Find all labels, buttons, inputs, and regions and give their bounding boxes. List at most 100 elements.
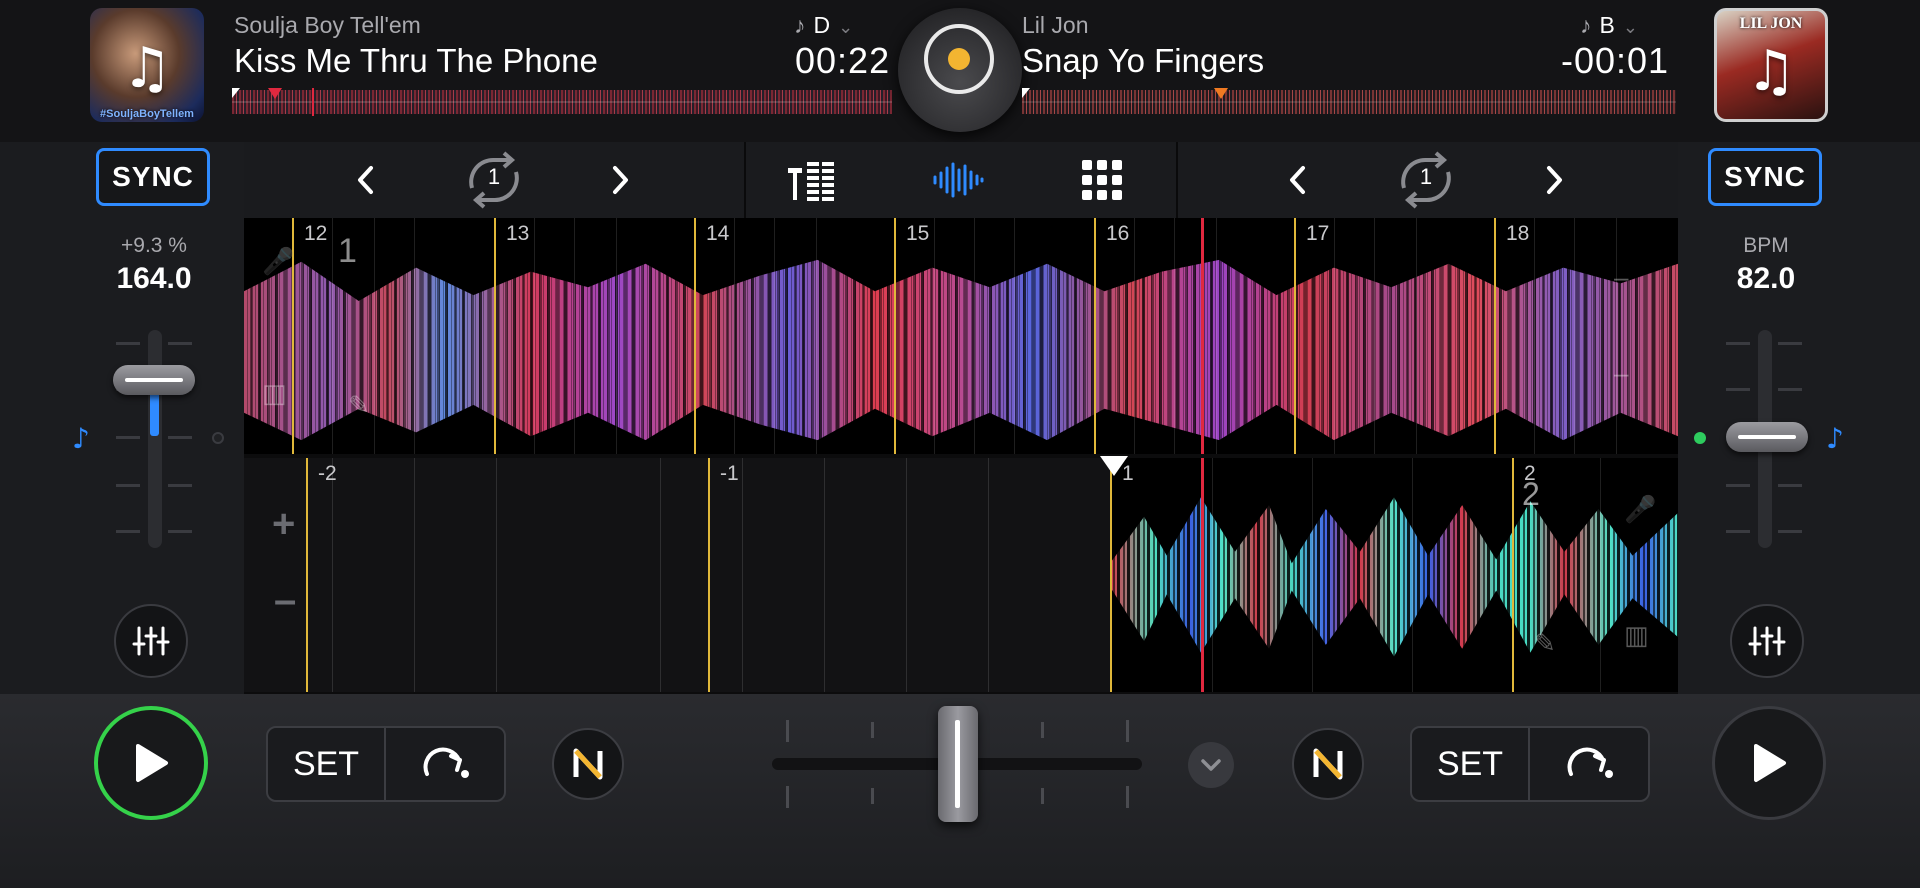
beat-line bbox=[332, 218, 333, 454]
zoom-in-button[interactable]: + bbox=[272, 502, 295, 547]
bar-line bbox=[694, 218, 696, 454]
deck-a-title[interactable]: Kiss Me Thru The Phone bbox=[234, 42, 598, 80]
deck-a-overview-waveform[interactable] bbox=[232, 90, 892, 114]
piano-icon[interactable]: ▥ bbox=[1624, 620, 1649, 651]
deck-a-hotcue-label[interactable]: 1 bbox=[338, 232, 357, 271]
mic-icon[interactable]: 🎤 bbox=[262, 246, 294, 277]
deck-b-title[interactable]: Snap Yo Fingers bbox=[1022, 42, 1264, 80]
deck-a-pitch-fader-track[interactable] bbox=[148, 330, 162, 548]
deck-b-cue-marker bbox=[1214, 88, 1228, 99]
deck-b-waveform-body bbox=[1110, 497, 1678, 657]
deck-a-position-line bbox=[312, 88, 314, 116]
crossfader-handle[interactable] bbox=[938, 706, 978, 822]
beat-line bbox=[1334, 218, 1335, 454]
deck-b-key[interactable]: ♪ B ⌄ bbox=[1580, 12, 1638, 39]
bar-number: 13 bbox=[506, 222, 530, 245]
crossfader-options-button[interactable] bbox=[1188, 742, 1234, 788]
deck-a-neural-mix-button[interactable] bbox=[552, 728, 624, 800]
deck-b-hotcue-label[interactable]: 2 bbox=[1522, 476, 1540, 513]
bar-number: 16 bbox=[1106, 222, 1130, 245]
play-icon bbox=[136, 744, 168, 782]
deck-a-set-cue-button[interactable]: SET bbox=[268, 728, 386, 800]
deck-a-play-button[interactable] bbox=[94, 706, 208, 820]
xfader-tick bbox=[871, 788, 874, 804]
piano-icon[interactable]: ▥ bbox=[262, 378, 287, 409]
chevron-right-icon bbox=[613, 166, 628, 194]
beat-line bbox=[1312, 458, 1313, 692]
pencil-icon[interactable]: ✎ bbox=[1534, 628, 1556, 659]
bar-number: 17 bbox=[1306, 222, 1330, 245]
center-fx-knob[interactable] bbox=[898, 8, 1022, 132]
beat-line bbox=[1574, 218, 1575, 454]
deck-b-bpm-label: BPM bbox=[1743, 234, 1789, 257]
deck-b-loop-prev-button[interactable] bbox=[1268, 150, 1328, 210]
deck-a-eq-button[interactable] bbox=[114, 604, 188, 678]
music-note-icon: ♪ bbox=[1580, 12, 1592, 38]
deck-b-start-marker bbox=[1022, 88, 1030, 98]
deck-b-play-button[interactable] bbox=[1712, 706, 1826, 820]
fader-tick bbox=[1726, 530, 1750, 533]
beat-line bbox=[1174, 218, 1175, 454]
deck-a-pitch-fader-handle[interactable] bbox=[113, 365, 195, 395]
neural-mix-icon bbox=[1313, 748, 1343, 780]
deck-b-artwork[interactable]: LIL JON ♫ bbox=[1714, 8, 1828, 122]
deck-a-start-marker bbox=[232, 88, 240, 98]
mixer-view-button[interactable] bbox=[782, 150, 842, 210]
deck-b-track-area bbox=[1110, 458, 1678, 692]
xfader-tick bbox=[786, 720, 789, 742]
toolbar-divider bbox=[1176, 142, 1178, 218]
bar-line bbox=[1512, 458, 1514, 692]
minus-icon[interactable]: – bbox=[1614, 358, 1628, 389]
deck-b-pitch-fader-handle[interactable] bbox=[1726, 422, 1808, 452]
xfader-tick bbox=[1126, 786, 1129, 808]
deck-b-key-value: B bbox=[1599, 12, 1615, 38]
fader-tick bbox=[168, 436, 192, 439]
deck-b-playhead bbox=[1201, 458, 1204, 692]
deck-a-loop-prev-button[interactable] bbox=[336, 150, 396, 210]
xfader-tick bbox=[786, 786, 789, 808]
deck-b-sync-button[interactable]: SYNC bbox=[1708, 148, 1822, 206]
bar-line bbox=[894, 218, 896, 454]
deck-b-artwork-caption: LIL JON bbox=[1739, 15, 1803, 32]
deck-b-keylock-icon[interactable]: ♪ bbox=[1826, 422, 1844, 455]
waveform-view-button[interactable] bbox=[928, 150, 988, 210]
beat-line bbox=[1416, 218, 1417, 454]
zoom-out-button[interactable]: – bbox=[274, 578, 296, 623]
xfader-tick bbox=[871, 722, 874, 738]
chevron-down-icon: ⌄ bbox=[1622, 17, 1638, 37]
pencil-icon[interactable]: ✎ bbox=[348, 390, 370, 421]
deck-a-key[interactable]: ♪ D ⌄ bbox=[794, 12, 853, 39]
play-icon bbox=[1754, 744, 1786, 782]
deck-b-neural-mix-button[interactable] bbox=[1292, 728, 1364, 800]
deck-b-eq-button[interactable] bbox=[1730, 604, 1804, 678]
deck-a-keylock-icon[interactable]: ♪ bbox=[72, 422, 90, 455]
deck-b-cue-jump-button[interactable] bbox=[1532, 728, 1648, 800]
fader-tick bbox=[1778, 484, 1802, 487]
beat-line bbox=[1216, 218, 1217, 454]
music-note-icon: ♫ bbox=[1745, 39, 1797, 104]
deck-b-bpm[interactable]: 82.0 bbox=[1686, 262, 1846, 296]
bar-line bbox=[708, 458, 710, 692]
deck-a-artwork[interactable]: ♫ #SouljaBoyTellem bbox=[90, 8, 204, 122]
waveform-icon bbox=[933, 162, 984, 198]
neural-mix-icon bbox=[573, 748, 603, 780]
deck-a-loop-next-button[interactable] bbox=[590, 150, 650, 210]
deck-a-bpm[interactable]: 164.0 bbox=[74, 262, 234, 296]
deck-b-artist: Lil Jon bbox=[1022, 12, 1089, 38]
minus-icon[interactable]: – bbox=[1614, 262, 1628, 293]
deck-a-sync-button[interactable]: SYNC bbox=[96, 148, 210, 206]
deck-b-overview-waveform[interactable] bbox=[1022, 90, 1676, 114]
deck-a-cue-jump-button[interactable] bbox=[388, 728, 504, 800]
beat-line bbox=[988, 458, 989, 692]
beat-line bbox=[774, 218, 775, 454]
beat-line bbox=[1014, 218, 1015, 454]
mic-icon[interactable]: 🎤 bbox=[1624, 494, 1656, 525]
deck-b-waveform[interactable]: -2 -1 1 2 + – 2 🎤 ▥ ✎ bbox=[244, 458, 1678, 692]
beat-line bbox=[824, 458, 825, 692]
beat-line bbox=[1412, 458, 1413, 692]
pads-view-button[interactable] bbox=[1072, 150, 1132, 210]
deck-a-waveform[interactable]: 12 13 14 15 16 17 18 1 🎤 ▥ ✎ – – bbox=[244, 218, 1678, 454]
beat-line bbox=[496, 458, 497, 692]
deck-b-set-cue-button[interactable]: SET bbox=[1412, 728, 1530, 800]
deck-b-loop-next-button[interactable] bbox=[1524, 150, 1584, 210]
